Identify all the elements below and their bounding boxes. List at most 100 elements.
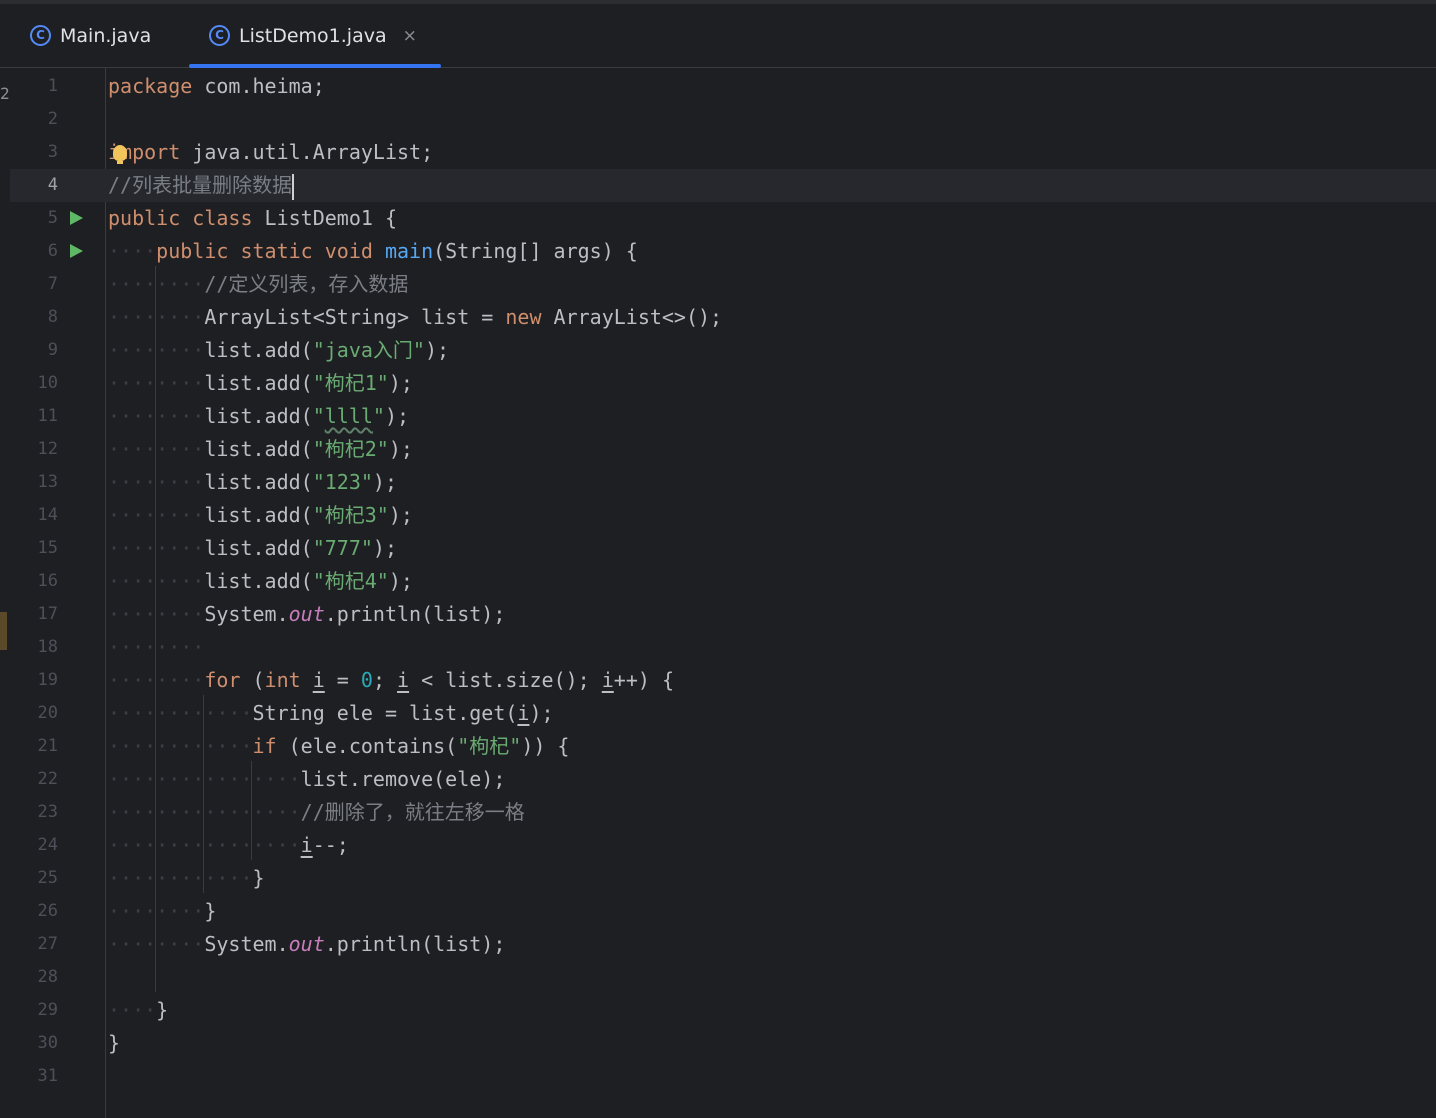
line-number: 7 xyxy=(47,274,58,294)
close-icon[interactable]: × xyxy=(403,26,417,46)
left-marker xyxy=(0,612,7,650)
code-line-28[interactable]: 28 xyxy=(10,961,1436,994)
line-number: 24 xyxy=(37,835,58,855)
code-line-26[interactable]: 26 ········} xyxy=(10,895,1436,928)
tab-listdemo1-java[interactable]: C ListDemo1.java × xyxy=(189,4,441,68)
line-number: 16 xyxy=(37,571,58,591)
code-text[interactable]: ············} xyxy=(108,862,265,895)
line-number: 8 xyxy=(47,307,58,327)
code-line-1[interactable]: 1 package com.heima; xyxy=(10,70,1436,103)
line-number: 13 xyxy=(37,472,58,492)
code-line-17[interactable]: 17 ········System.out.println(list); xyxy=(10,598,1436,631)
code-text[interactable]: ········list.add("llll"); xyxy=(108,400,409,433)
line-number: 14 xyxy=(37,505,58,525)
line-number: 29 xyxy=(37,1000,58,1020)
line-number: 22 xyxy=(37,769,58,789)
code-line-9[interactable]: 9 ········list.add("java入门"); xyxy=(10,334,1436,367)
code-line-15[interactable]: 15 ········list.add("777"); xyxy=(10,532,1436,565)
code-line-21[interactable]: 21 ············if (ele.contains("枸杞")) { xyxy=(10,730,1436,763)
code-line-2[interactable]: 2 xyxy=(10,103,1436,136)
code-text[interactable]: ········//定义列表，存入数据 xyxy=(108,268,408,301)
code-text[interactable]: ········} xyxy=(108,895,216,928)
code-text[interactable]: ········System.out.println(list); xyxy=(108,928,505,961)
line-number: 10 xyxy=(37,373,58,393)
code-line-16[interactable]: 16 ········list.add("枸杞4"); xyxy=(10,565,1436,598)
code-text[interactable]: } xyxy=(108,1027,120,1060)
code-line-7[interactable]: 7 ········//定义列表，存入数据 xyxy=(10,268,1436,301)
code-line-10[interactable]: 10 ········list.add("枸杞1"); xyxy=(10,367,1436,400)
code-text[interactable]: ········list.add("枸杞1"); xyxy=(108,367,413,400)
run-icon[interactable] xyxy=(70,244,83,258)
code-line-5[interactable]: 5 public class ListDemo1 { xyxy=(10,202,1436,235)
line-number: 19 xyxy=(37,670,58,690)
code-line-27[interactable]: 27 ········System.out.println(list); xyxy=(10,928,1436,961)
line-number: 27 xyxy=(37,934,58,954)
java-class-icon: C xyxy=(30,25,51,46)
code-text[interactable]: //列表批量删除数据 xyxy=(108,169,295,202)
code-text[interactable]: ········list.add("枸杞3"); xyxy=(108,499,413,532)
code-line-6[interactable]: 6 ····public static void main(String[] a… xyxy=(10,235,1436,268)
line-number: 21 xyxy=(37,736,58,756)
code-line-14[interactable]: 14 ········list.add("枸杞3"); xyxy=(10,499,1436,532)
code-line-24[interactable]: 24 ················i--; xyxy=(10,829,1436,862)
code-text[interactable]: ············if (ele.contains("枸杞")) { xyxy=(108,730,569,763)
code-text[interactable]: ········list.add("枸杞4"); xyxy=(108,565,413,598)
code-text[interactable]: ····} xyxy=(108,994,168,1027)
code-line-4[interactable]: 4 //列表批量删除数据 xyxy=(10,169,1436,202)
code-text[interactable]: ········ xyxy=(108,631,204,664)
code-line-23[interactable]: 23 ················//删除了，就往左移一格 xyxy=(10,796,1436,829)
code-line-22[interactable]: 22 ················list.remove(ele); xyxy=(10,763,1436,796)
line-number: 2 xyxy=(47,109,58,129)
text-caret xyxy=(292,173,295,200)
java-class-icon: C xyxy=(209,25,230,46)
code-line-20[interactable]: 20 ············String ele = list.get(i); xyxy=(10,697,1436,730)
line-number: 20 xyxy=(37,703,58,723)
code-line-3[interactable]: 3 import java.util.ArrayList; xyxy=(10,136,1436,169)
line-number: 5 xyxy=(47,208,58,228)
code-line-29[interactable]: 29 ····} xyxy=(10,994,1436,1027)
line-number: 6 xyxy=(47,241,58,261)
code-text[interactable]: ········list.add("777"); xyxy=(108,532,397,565)
code-text[interactable]: public class ListDemo1 { xyxy=(108,202,397,235)
line-number: 1 xyxy=(47,76,58,96)
code-text[interactable]: ········ArrayList<String> list = new Arr… xyxy=(108,301,722,334)
code-line-11[interactable]: 11 ········list.add("llll"); xyxy=(10,400,1436,433)
code-text[interactable]: ········list.add("java入门"); xyxy=(108,334,449,367)
code-line-31[interactable]: 31 xyxy=(10,1060,1436,1093)
line-number: 4 xyxy=(47,175,58,195)
left-tool-strip xyxy=(0,68,10,1118)
line-number: 30 xyxy=(37,1033,58,1053)
line-number: 23 xyxy=(37,802,58,822)
code-text[interactable]: package com.heima; xyxy=(108,70,325,103)
code-text[interactable]: ········for (int i = 0; i < list.size();… xyxy=(108,664,674,697)
run-icon[interactable] xyxy=(70,211,83,225)
code-line-13[interactable]: 13 ········list.add("123"); xyxy=(10,466,1436,499)
code-text[interactable]: ················//删除了，就往左移一格 xyxy=(108,796,525,829)
code-text[interactable]: ················i--; xyxy=(108,829,349,862)
code-text[interactable]: ········System.out.println(list); xyxy=(108,598,505,631)
tab-label: ListDemo1.java xyxy=(239,24,387,47)
code-text[interactable]: import java.util.ArrayList; xyxy=(108,136,433,169)
line-number: 12 xyxy=(37,439,58,459)
line-number: 26 xyxy=(37,901,58,921)
line-number: 17 xyxy=(37,604,58,624)
code-line-30[interactable]: 30 } xyxy=(10,1027,1436,1060)
code-text[interactable]: ············String ele = list.get(i); xyxy=(108,697,554,730)
code-line-25[interactable]: 25 ············} xyxy=(10,862,1436,895)
code-text[interactable]: ················list.remove(ele); xyxy=(108,763,505,796)
left-edge-label: 2 xyxy=(0,84,10,103)
code-text[interactable]: ········list.add("枸杞2"); xyxy=(108,433,413,466)
tab-main-java[interactable]: C Main.java xyxy=(30,4,151,67)
line-number: 25 xyxy=(37,868,58,888)
typo-warning: llll xyxy=(324,404,373,428)
code-line-8[interactable]: 8 ········ArrayList<String> list = new A… xyxy=(10,301,1436,334)
code-text[interactable]: ········list.add("123"); xyxy=(108,466,397,499)
code-line-12[interactable]: 12 ········list.add("枸杞2"); xyxy=(10,433,1436,466)
line-number: 28 xyxy=(37,967,58,987)
line-number: 31 xyxy=(37,1066,58,1086)
code-editor[interactable]: 1 package com.heima; 2 3 import java.uti… xyxy=(10,68,1436,1118)
code-line-18[interactable]: 18 ········ xyxy=(10,631,1436,664)
code-line-19[interactable]: 19 ········for (int i = 0; i < list.size… xyxy=(10,664,1436,697)
code-text[interactable]: ····public static void main(String[] arg… xyxy=(108,235,638,268)
intention-bulb-icon[interactable] xyxy=(113,145,127,164)
